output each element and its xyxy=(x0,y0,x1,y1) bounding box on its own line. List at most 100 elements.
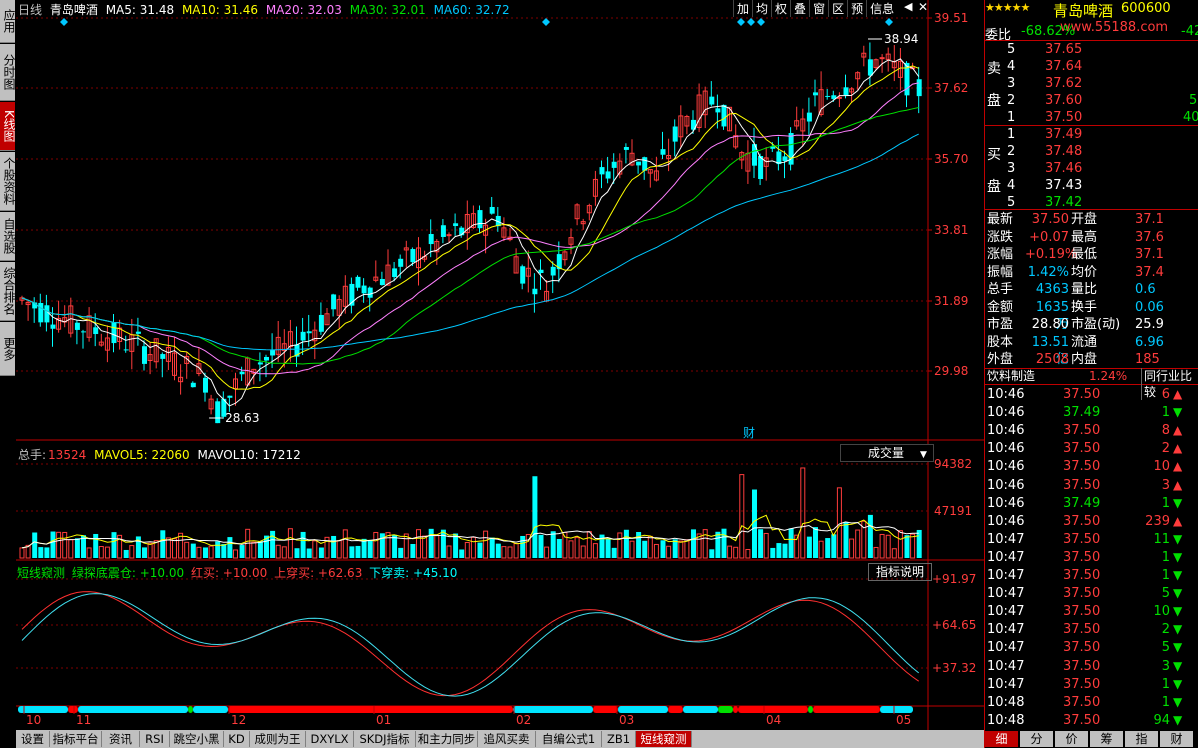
left-tab-3[interactable]: 个股资料 xyxy=(0,152,16,211)
candle-body xyxy=(636,161,642,166)
toolbar-btn-7[interactable]: 信息 xyxy=(866,0,897,17)
volume-bar xyxy=(709,549,715,558)
back-arrow-icon[interactable]: ◀ xyxy=(904,0,918,16)
arrow-down-icon: ▼ xyxy=(1173,568,1183,582)
bottom-tab-11[interactable]: 自编公式1 xyxy=(536,731,602,747)
candle-body xyxy=(190,382,196,388)
indicator-explain-button[interactable]: 指标说明 xyxy=(868,563,932,581)
candle-body xyxy=(111,322,117,344)
bottom-tab-6[interactable]: 成则为王 xyxy=(250,731,306,747)
quote-tab-3[interactable]: 筹 xyxy=(1090,731,1123,747)
tick-time: 10:48 xyxy=(987,712,1025,728)
close-icon[interactable]: ✕ xyxy=(918,0,932,16)
main-chart-area[interactable]: 38.94 28.63 财 39.51 37.62 35.70 33.81 31.89 29.… xyxy=(16,0,984,730)
tick-volume: 1 xyxy=(1161,405,1170,421)
tick-price: 37.50 xyxy=(1063,513,1101,529)
volume-bar xyxy=(203,547,208,558)
volume-bar xyxy=(422,535,428,559)
sell-price: 37.64 xyxy=(1045,59,1083,74)
volume-bar xyxy=(294,548,300,558)
quote-tab-2[interactable]: 价 xyxy=(1055,731,1088,747)
bottom-tab-1[interactable]: 指标平台 xyxy=(50,731,102,747)
toolbar-btn-2[interactable]: 权 xyxy=(771,0,790,17)
quote-tab-4[interactable]: 指 xyxy=(1125,731,1158,747)
tick-price: 37.50 xyxy=(1063,622,1101,638)
volume-bar xyxy=(592,543,598,559)
bottom-tab-2[interactable]: 资讯 xyxy=(102,731,140,747)
quote-tab-5[interactable]: 财 xyxy=(1160,731,1193,747)
left-tab-6[interactable]: 更多 xyxy=(0,322,16,376)
volume-bar xyxy=(684,539,690,559)
bottom-tab-8[interactable]: SKDJ指标 xyxy=(354,731,416,747)
volume-bar xyxy=(98,546,104,559)
left-tab-5[interactable]: 综合排名 xyxy=(0,262,16,321)
left-tab-4[interactable]: 自选股 xyxy=(0,212,16,261)
volume-bar xyxy=(142,547,147,558)
quote-tab-0[interactable]: 细 xyxy=(985,731,1018,747)
bottom-tab-7[interactable]: DXYLX xyxy=(306,731,354,747)
candle-body xyxy=(813,92,818,96)
stat-value: +0.07 xyxy=(1029,229,1069,245)
toolbar-btn-3[interactable]: 叠 xyxy=(790,0,809,17)
bottom-tab-13[interactable]: 短线窥测 xyxy=(636,731,692,747)
panel-separator xyxy=(985,125,1198,126)
sell-price: 37.50 xyxy=(1045,110,1083,125)
left-tab-2[interactable]: K线图 xyxy=(0,102,16,151)
bottom-tab-10[interactable]: 追风买卖 xyxy=(478,731,536,747)
left-tab-0[interactable]: 应用 xyxy=(0,0,16,43)
stock-name: 青岛啤酒 xyxy=(49,3,98,17)
tick-price: 37.50 xyxy=(1063,712,1101,728)
signal-band-segment xyxy=(718,706,733,713)
volume-bar xyxy=(251,541,257,559)
bottom-tab-3[interactable]: RSI xyxy=(140,731,170,747)
rating-stars: ★★★★★ xyxy=(985,1,1030,14)
candle-body xyxy=(367,287,373,298)
stat-label-2: 均价 xyxy=(1071,264,1098,280)
tick-time: 10:47 xyxy=(987,568,1025,583)
volume-selector[interactable]: 成交量 ▼ xyxy=(840,444,934,462)
tick-price: 37.50 xyxy=(1063,568,1101,583)
volume-bar xyxy=(410,543,416,558)
candle-body xyxy=(306,331,312,334)
buy-price: 37.49 xyxy=(1045,127,1083,142)
left-tab-1[interactable]: 分时图 xyxy=(0,44,16,101)
arrow-up-icon: ▲ xyxy=(1173,441,1183,456)
buy-price: 37.43 xyxy=(1045,178,1083,193)
bottom-tab-5[interactable]: KD xyxy=(224,731,250,747)
low-price-label: 28.63 xyxy=(225,411,259,425)
volume-bar xyxy=(885,534,891,559)
tick-volume: 94 xyxy=(1153,712,1170,728)
volume-bar xyxy=(190,543,196,558)
tick-time: 10:46 xyxy=(987,441,1025,457)
candle-body xyxy=(379,278,385,286)
sell-level: 3 xyxy=(1007,76,1016,91)
diamond-marker xyxy=(757,18,765,26)
candle-body xyxy=(825,95,831,97)
stat-value: 37.50 xyxy=(1031,212,1069,227)
industry-name: 饮料制造 xyxy=(987,369,1036,383)
tick-price: 37.50 xyxy=(1063,441,1101,457)
toolbar-btn-6[interactable]: 预 xyxy=(847,0,866,17)
candle-body xyxy=(836,96,842,99)
bottom-tab-4[interactable]: 跳空小黑 xyxy=(170,731,224,747)
tick-volume: 10 xyxy=(1153,459,1170,475)
signal-band-segment xyxy=(733,706,738,713)
volume-bar xyxy=(318,547,324,558)
mavol10-value: MAVOL10: 17212 xyxy=(197,448,301,462)
toolbar-btn-1[interactable]: 均 xyxy=(752,0,771,17)
tick-price: 37.50 xyxy=(1063,459,1101,475)
bottom-tab-0[interactable]: 设置 xyxy=(16,731,50,747)
toolbar-btn-5[interactable]: 区 xyxy=(828,0,847,17)
diamond-marker xyxy=(542,18,550,26)
toolbar-btn-0[interactable]: 加 xyxy=(733,0,752,17)
stat-value: +0.19% xyxy=(1025,247,1078,262)
bottom-tab-12[interactable]: ZB1 xyxy=(602,731,636,747)
buy-level: 1 xyxy=(1007,127,1016,142)
quote-tab-1[interactable]: 分 xyxy=(1020,731,1053,747)
tick-time: 10:47 xyxy=(987,604,1025,620)
toolbar-btn-4[interactable]: 窗 xyxy=(809,0,828,17)
ma20-line xyxy=(21,82,919,375)
bottom-tab-9[interactable]: 和主力同步 xyxy=(416,731,478,747)
volume-bar xyxy=(464,541,470,559)
tick-price: 37.50 xyxy=(1063,604,1101,620)
